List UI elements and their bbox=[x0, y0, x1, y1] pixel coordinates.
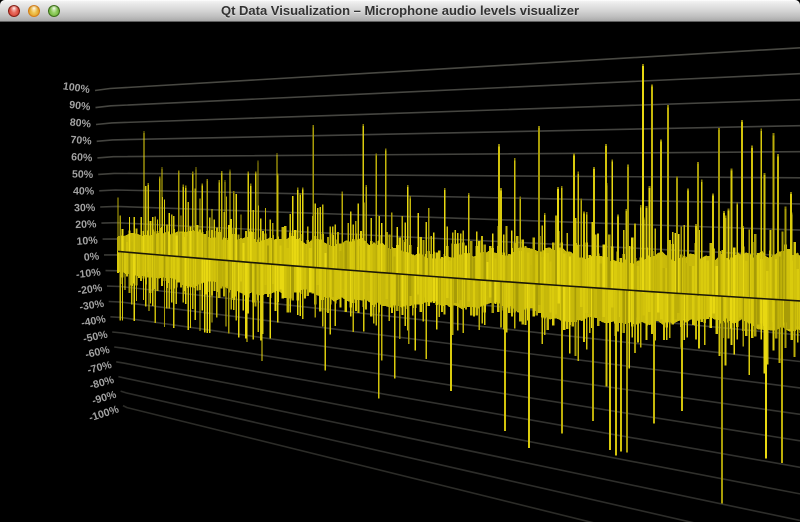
svg-text:60%: 60% bbox=[71, 151, 93, 164]
svg-text:0%: 0% bbox=[83, 250, 100, 263]
svg-text:90%: 90% bbox=[69, 99, 92, 113]
svg-text:-50%: -50% bbox=[82, 329, 109, 346]
svg-text:80%: 80% bbox=[69, 117, 92, 131]
svg-text:-40%: -40% bbox=[80, 313, 107, 329]
svg-text:-100%: -100% bbox=[88, 403, 121, 424]
svg-text:50%: 50% bbox=[72, 168, 94, 181]
svg-text:30%: 30% bbox=[74, 202, 96, 214]
svg-text:-10%: -10% bbox=[75, 266, 101, 281]
svg-text:100%: 100% bbox=[62, 80, 91, 96]
svg-text:70%: 70% bbox=[70, 134, 93, 148]
svg-text:-30%: -30% bbox=[79, 298, 106, 314]
svg-text:20%: 20% bbox=[75, 218, 97, 231]
svg-text:40%: 40% bbox=[73, 186, 95, 198]
svg-text:10%: 10% bbox=[76, 234, 99, 247]
svg-text:-20%: -20% bbox=[77, 282, 104, 297]
svg-text:-60%: -60% bbox=[84, 344, 111, 361]
